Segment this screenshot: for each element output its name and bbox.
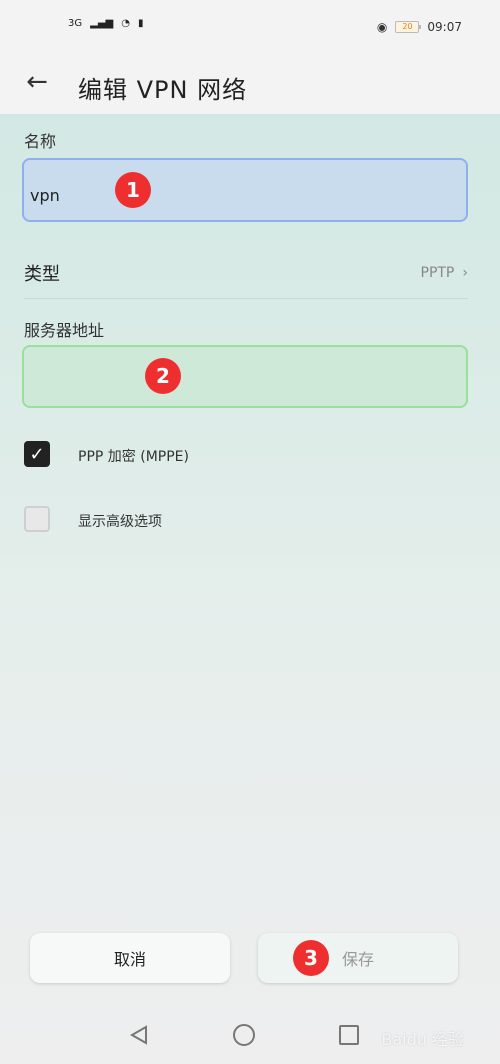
- name-label: 名称: [24, 132, 57, 151]
- ppp-encryption-label: PPP 加密 (MPPE): [78, 449, 189, 465]
- eye-icon: ◉: [376, 20, 388, 34]
- page-title: 编辑 VPN 网络: [78, 76, 248, 104]
- wifi-icon: ◔: [121, 18, 130, 29]
- status-left: 3G ▂▄▆ ◔ ▮: [68, 18, 143, 29]
- back-button[interactable]: ←: [22, 67, 52, 97]
- check-icon: ✓: [29, 443, 45, 465]
- network-type: 3G: [68, 18, 83, 29]
- vpn-type-selector[interactable]: 类型 PPTP ›: [24, 255, 468, 291]
- advanced-options-label: 显示高级选项: [78, 514, 162, 530]
- ppp-encryption-checkbox[interactable]: ✓: [24, 441, 50, 467]
- server-label: 服务器地址: [24, 321, 105, 340]
- cancel-button[interactable]: 取消: [30, 933, 230, 983]
- advanced-options-checkbox[interactable]: [24, 506, 50, 532]
- nav-home-icon[interactable]: [233, 1024, 255, 1046]
- back-arrow-icon: ←: [26, 67, 48, 97]
- step-badge-3: 3: [293, 940, 329, 976]
- app-bar: [0, 48, 500, 114]
- step-badge-1: 1: [115, 172, 151, 208]
- step-badge-2: 2: [145, 358, 181, 394]
- type-value: PPTP ›: [421, 265, 469, 281]
- battery-icon: 20: [395, 21, 422, 33]
- server-address-input[interactable]: [22, 345, 468, 408]
- save-label: 保存: [341, 950, 374, 969]
- chevron-right-icon: ›: [462, 265, 468, 281]
- status-right: ◉ 20 09:07: [377, 20, 462, 34]
- vpn-name-input[interactable]: vpn: [22, 158, 468, 222]
- divider: [24, 298, 468, 299]
- vpn-name-value: vpn: [30, 186, 60, 205]
- type-label: 类型: [24, 264, 60, 285]
- type-value-text: PPTP: [420, 265, 455, 281]
- watermark: Baidu 经验: [381, 1030, 464, 1049]
- signal-icon: ▂▄▆: [90, 18, 114, 29]
- nav-back-icon[interactable]: [128, 1024, 150, 1046]
- save-button[interactable]: 保存: [258, 933, 458, 983]
- status-bar: 3G ▂▄▆ ◔ ▮ ◉ 20 09:07: [0, 0, 500, 48]
- status-time: 09:07: [427, 20, 462, 34]
- sim-icon: ▮: [137, 18, 144, 29]
- nav-recent-icon[interactable]: [339, 1025, 359, 1045]
- vpn-edit-screen: 3G ▂▄▆ ◔ ▮ ◉ 20 09:07 ← 编辑 VPN 网络 名称 vpn…: [0, 0, 500, 1064]
